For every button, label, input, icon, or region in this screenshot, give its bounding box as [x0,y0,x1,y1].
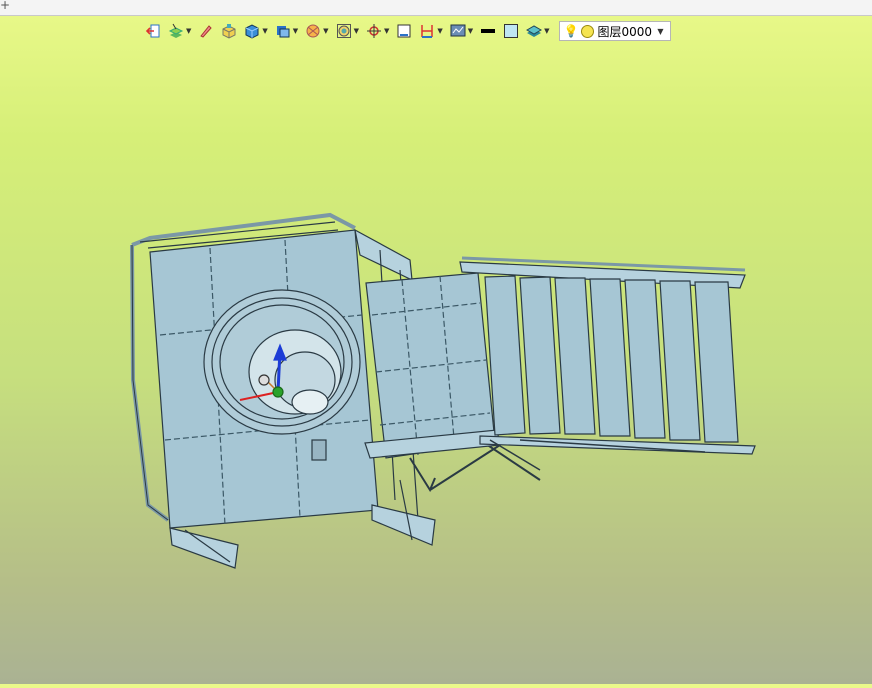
chevron-down-icon[interactable]: ▼ [323,27,328,35]
display-settings-button[interactable]: ▼ [448,20,475,42]
fill-color-button[interactable] [501,20,521,42]
section-icon [305,23,321,39]
chevron-down-icon[interactable]: ▼ [186,27,191,35]
render-mode-button[interactable]: ▼ [334,20,361,42]
exit-icon [145,23,161,39]
solid-cube-icon [244,23,260,39]
layer-stack-button[interactable]: ▼ [524,20,551,42]
dimension-button[interactable]: ▼ [417,20,444,42]
chevron-down-icon[interactable]: ▼ [657,27,663,36]
pen-icon [198,23,214,39]
fill-color-icon [503,23,519,39]
shaded-view-button[interactable]: ▼ [273,20,300,42]
chevron-down-icon[interactable]: ▼ [384,27,389,35]
solid-cube-button[interactable]: ▼ [242,20,269,42]
frame-button[interactable] [394,20,414,42]
layer-stack-icon [526,23,543,39]
exit-button[interactable] [143,20,163,42]
chevron-down-icon[interactable]: ▼ [354,27,359,35]
chevron-down-icon[interactable]: ▼ [468,27,473,35]
chevron-down-icon[interactable]: ▼ [544,27,549,35]
right-slats [459,256,756,471]
layer-name: 图层0000 [597,24,653,39]
crosshair-button[interactable]: ▼ [364,20,391,42]
expand-icon[interactable]: + [0,0,10,12]
cad-model-drawing [130,212,756,569]
box-highlight-icon [221,23,237,39]
layers-tool-button[interactable]: ▼ [166,20,193,42]
line-color-button[interactable] [478,20,498,42]
shaded-view-icon [275,23,291,39]
frame-icon [396,23,412,39]
section-button[interactable]: ▼ [303,20,330,42]
dimension-icon [419,23,435,39]
chevron-down-icon[interactable]: ▼ [293,27,298,35]
crosshair-icon [366,23,382,39]
render-mode-icon [336,23,352,39]
display-settings-icon [450,23,466,39]
layer-visibility-icon[interactable] [581,24,595,38]
chevron-down-icon[interactable]: ▼ [262,27,267,35]
layers-tool-icon [168,23,184,39]
box-highlight-button[interactable] [219,20,239,42]
view-toolbar: ▼ ▼ ▼ ▼ ▼ ▼ ▼ ▼ ▼ 💡 图层0000 ▼ [143,20,671,42]
lightbulb-icon[interactable]: 💡 [564,24,579,38]
chevron-down-icon[interactable]: ▼ [437,27,442,35]
layer-select[interactable]: 💡 图层0000 ▼ [558,21,671,41]
pen-button[interactable] [196,20,216,42]
line-color-icon [480,23,496,39]
3d-viewport[interactable] [0,44,872,684]
title-strip: + [0,0,872,16]
